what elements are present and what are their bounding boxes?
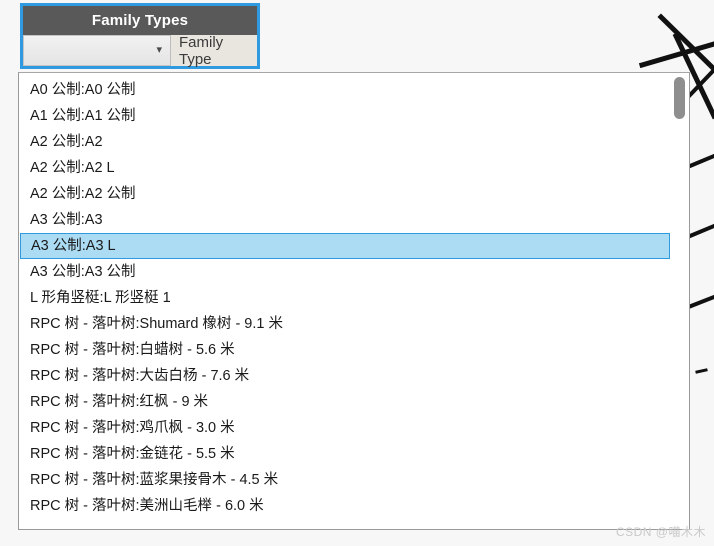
dropdown-item[interactable]: RPC 树 - 落叶树:白蜡树 - 5.6 米 bbox=[20, 337, 688, 363]
dropdown-item[interactable]: A1 公制:A1 公制 bbox=[20, 103, 688, 129]
dropdown-item[interactable]: A2 公制:A2 L bbox=[20, 155, 688, 181]
family-type-label: Family Type bbox=[171, 34, 257, 68]
dropdown-item[interactable]: A3 公制:A3 公制 bbox=[20, 259, 688, 285]
dropdown-item[interactable]: A3 公制:A3 L bbox=[20, 233, 670, 259]
dropdown-item[interactable]: RPC 树 - 落叶树:Shumard 橡树 - 9.1 米 bbox=[20, 311, 688, 337]
chevron-down-icon: ▾ bbox=[156, 44, 162, 56]
dropdown-item[interactable]: RPC 树 - 落叶树:红枫 - 9 米 bbox=[20, 389, 688, 415]
dropdown-item[interactable]: RPC 树 - 落叶树:大齿白杨 - 7.6 米 bbox=[20, 363, 688, 389]
dropdown-item[interactable]: A3 公制:A3 bbox=[20, 207, 688, 233]
dropdown-item[interactable]: A2 公制:A2 公制 bbox=[20, 181, 688, 207]
family-type-dropdown-list[interactable]: A0 公制:A0 公制 A1 公制:A1 公制 A2 公制:A2 A2 公制:A2 L… bbox=[18, 72, 690, 530]
dropdown-item[interactable]: RPC 树 - 落叶树:蓝浆果接骨木 - 4.5 米 bbox=[20, 467, 688, 493]
scrollbar-thumb[interactable] bbox=[674, 77, 685, 119]
dropdown-item[interactable]: RPC 树 - 落叶树:美洲山毛榉 - 6.0 米 bbox=[20, 493, 688, 519]
dropdown-item[interactable]: RPC 树 - 落叶树:鸡爪枫 - 3.0 米 bbox=[20, 415, 688, 441]
family-type-row: ▾ Family Type bbox=[23, 34, 257, 68]
page-title: Family Types bbox=[23, 6, 257, 35]
dropdown-item[interactable]: A2 公制:A2 bbox=[20, 129, 688, 155]
dropdown-items-container: A0 公制:A0 公制 A1 公制:A1 公制 A2 公制:A2 A2 公制:A2 L… bbox=[19, 77, 689, 519]
family-type-combobox[interactable]: ▾ bbox=[23, 35, 171, 66]
watermark: CSDN @喵木木 bbox=[615, 525, 706, 539]
dropdown-item[interactable]: L 形角竖梃:L 形竖梃 1 bbox=[20, 285, 688, 311]
dropdown-item[interactable]: A0 公制:A0 公制 bbox=[20, 77, 688, 103]
dropdown-item[interactable]: RPC 树 - 落叶树:金链花 - 5.5 米 bbox=[20, 441, 688, 467]
dropdown-scrollbar[interactable] bbox=[671, 74, 688, 529]
family-types-panel: Family Types ▾ Family Type bbox=[20, 3, 260, 69]
